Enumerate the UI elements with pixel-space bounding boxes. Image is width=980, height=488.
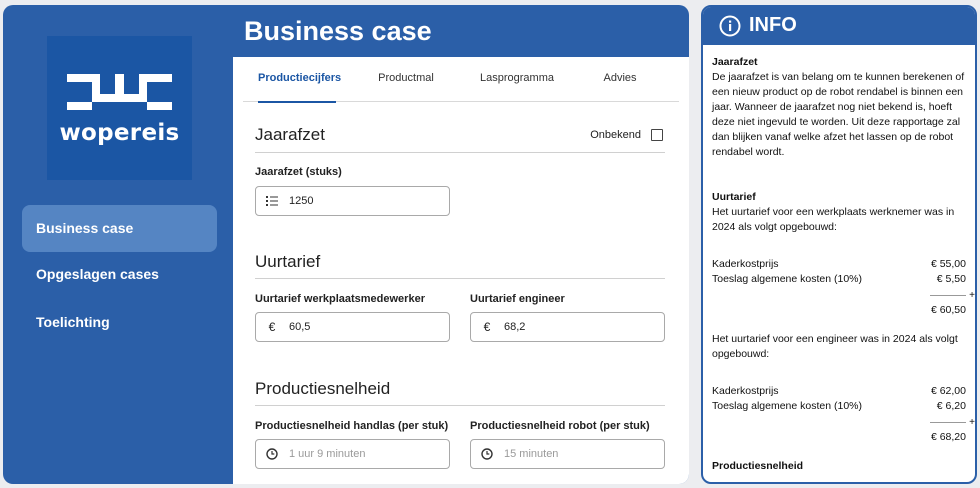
sidebar-item-business-case[interactable]: Business case: [22, 205, 217, 252]
list-icon: [265, 194, 279, 208]
worker-total-row: € 60,50: [712, 303, 970, 318]
jaarafzet-value: 1250: [289, 195, 314, 207]
rate-amount: € 55,00: [930, 258, 966, 270]
robot-speed-placeholder: 15 minuten: [504, 448, 559, 460]
engineer-rate-input[interactable]: € 68,2: [470, 312, 665, 342]
manual-speed-input[interactable]: 1 uur 9 minuten: [255, 439, 450, 469]
unknown-checkbox[interactable]: [651, 129, 663, 141]
info-panel: INFO Jaarafzet De jaarafzet is van belan…: [701, 5, 977, 484]
worker-rate-row: Kaderkostprijs € 55,00: [712, 257, 970, 272]
engineer-rate-value: 68,2: [504, 321, 526, 333]
divider: [255, 152, 665, 153]
manual-speed-label: Productiesnelheid handlas (per stuk): [255, 420, 449, 432]
info-heading-jaarafzet: Jaarafzet: [712, 56, 758, 68]
jaarafzet-field-label: Jaarafzet (stuks): [255, 166, 342, 178]
rate-label: Toeslag algemene kosten (10%): [712, 400, 863, 412]
info-text-uurtarief: Het uurtarief voor een werkplaats werkne…: [712, 206, 955, 233]
worker-rate-row: Toeslag algemene kosten (10%) € 5,50: [712, 272, 970, 287]
info-title: INFO: [749, 14, 797, 36]
tab-advies[interactable]: Advies: [595, 57, 645, 102]
engineer-rate-row: Kaderkostprijs € 62,00: [712, 384, 970, 399]
sum-line: +: [712, 287, 975, 303]
brand-logo: wopereis: [47, 36, 192, 180]
jaarafzet-input[interactable]: 1250: [255, 186, 450, 216]
worker-rate-label: Uurtarief werkplaatsmedewerker: [255, 293, 425, 305]
rate-label: Kaderkostprijs: [712, 258, 779, 270]
logo-mark-icon: [67, 74, 172, 110]
euro-icon: €: [483, 320, 491, 334]
info-icon: [719, 15, 741, 37]
worker-rate-value: 60,5: [289, 321, 311, 333]
section-title-productiesnelheid: Productiesnelheid: [255, 379, 391, 398]
robot-speed-label: Productiesnelheid robot (per stuk): [470, 420, 650, 432]
section-title-jaarafzet: Jaarafzet: [255, 125, 325, 144]
info-heading-productiesnelheid: Productiesnelheid: [712, 460, 804, 472]
page-title: Business case: [244, 16, 432, 46]
sidebar-item-opgeslagen-cases[interactable]: Opgeslagen cases: [22, 251, 217, 298]
euro-icon: €: [268, 320, 276, 334]
info-header: INFO: [703, 7, 975, 45]
robot-speed-input[interactable]: 15 minuten: [470, 439, 665, 469]
clock-icon: [265, 447, 279, 461]
info-text-jaarafzet: De jaarafzet is van belang om te kunnen …: [712, 71, 965, 158]
section-title-uurtarief: Uurtarief: [255, 252, 321, 271]
rate-label: Toeslag algemene kosten (10%): [712, 273, 863, 285]
tab-bar: Productiecijfers Productmal Lasprogramma…: [243, 57, 679, 103]
info-heading-uurtarief: Uurtarief: [712, 191, 756, 203]
engineer-total-row: € 68,20: [712, 430, 970, 445]
rate-amount: € 5,50: [936, 273, 966, 285]
divider: [255, 278, 665, 279]
rate-amount: € 6,20: [936, 400, 966, 412]
plus-sign: +: [969, 290, 975, 301]
rate-amount: € 62,00: [930, 385, 966, 397]
unknown-label: Onbekend: [590, 129, 641, 141]
logo-text: wopereis: [59, 120, 180, 146]
tab-productmal[interactable]: Productmal: [371, 57, 441, 102]
sum-line: +: [712, 414, 975, 430]
engineer-rate-label: Uurtarief engineer: [470, 293, 565, 305]
unknown-checkbox-row[interactable]: Onbekend: [590, 129, 663, 141]
info-body: Jaarafzet De jaarafzet is van belang om …: [712, 55, 975, 474]
content-area: Productiecijfers Productmal Lasprogramma…: [233, 57, 689, 484]
plus-sign: +: [969, 417, 975, 428]
worker-rate-input[interactable]: € 60,5: [255, 312, 450, 342]
rate-total: € 60,50: [930, 304, 966, 316]
tab-productiecijfers[interactable]: Productiecijfers: [258, 57, 341, 103]
sidebar-item-toelichting[interactable]: Toelichting: [22, 299, 217, 346]
tab-lasprogramma[interactable]: Lasprogramma: [473, 57, 561, 102]
divider: [255, 405, 665, 406]
clock-icon: [480, 447, 494, 461]
rate-label: Kaderkostprijs: [712, 385, 779, 397]
manual-speed-placeholder: 1 uur 9 minuten: [289, 448, 366, 460]
engineer-rate-row: Toeslag algemene kosten (10%) € 6,20: [712, 399, 970, 414]
main-panel: wopereis Business case Opgeslagen cases …: [3, 5, 689, 484]
info-text-engineer: Het uurtarief voor een engineer was in 2…: [712, 333, 958, 360]
rate-total: € 68,20: [930, 431, 966, 443]
